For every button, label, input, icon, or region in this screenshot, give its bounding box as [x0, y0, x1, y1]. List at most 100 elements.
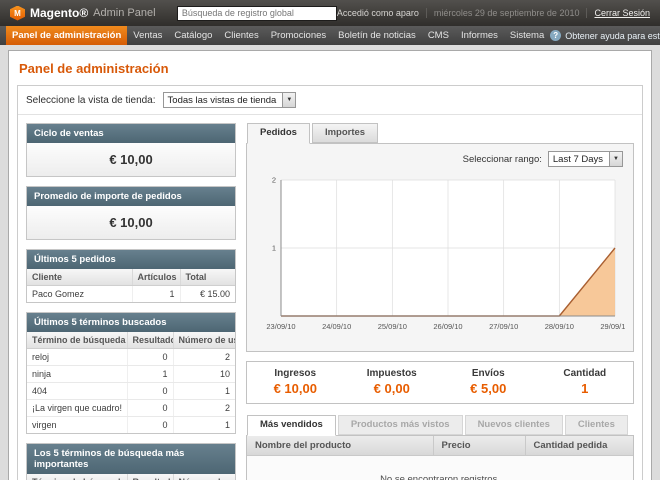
table-row[interactable]: Paco Gomez 1 € 15.00	[27, 286, 235, 303]
total-label: Cantidad	[537, 368, 634, 379]
global-search-input[interactable]	[177, 6, 337, 21]
dashboard-left-column: Ciclo de ventas € 10,00 Promedio de impo…	[26, 123, 236, 480]
header: M Magento® Admin Panel Accedió como apar…	[0, 0, 660, 26]
nav-item-clientes[interactable]: Clientes	[218, 26, 264, 45]
total-label: Envíos	[440, 368, 537, 379]
dashboard-box: Seleccione la vista de tienda: Todas las…	[17, 85, 643, 480]
results-cell: 0	[127, 417, 173, 434]
table-row[interactable]: ¡La virgen que cuadro! 0 2	[27, 400, 235, 417]
main-nav: Panel de administración Ventas Catálogo …	[0, 26, 660, 45]
tab-productos-mas-vistos: Productos más vistos	[338, 415, 463, 435]
logo: M Magento® Admin Panel	[10, 6, 177, 21]
svg-text:28/09/10: 28/09/10	[545, 322, 574, 331]
page-title: Panel de administración	[19, 61, 643, 76]
column-header: Nombre del producto	[247, 436, 433, 456]
uses-cell: 2	[173, 400, 235, 417]
column-header: Artículos	[132, 269, 180, 286]
column-header: Total	[180, 269, 235, 286]
total-value: € 10,00	[247, 381, 344, 396]
chart-tabs: Pedidos Importes	[247, 123, 634, 143]
tab-pedidos[interactable]: Pedidos	[247, 123, 310, 144]
tab-mas-vendidos[interactable]: Más vendidos	[247, 415, 336, 436]
chevron-down-icon: ▼	[609, 152, 622, 166]
table-row[interactable]: ninja 1 10	[27, 366, 235, 383]
column-header: Término de búsqueda	[27, 474, 127, 480]
uses-cell: 10	[173, 366, 235, 383]
table-row[interactable]: virgen 0 1	[27, 417, 235, 434]
column-header: Resultados	[127, 332, 173, 349]
table-header-row: Cliente Artículos Total	[27, 269, 235, 286]
total-envios: Envíos € 5,00	[440, 362, 537, 403]
dashboard-grid: Ciclo de ventas € 10,00 Promedio de impo…	[18, 115, 642, 480]
nav-item-catalogo[interactable]: Catálogo	[168, 26, 218, 45]
nav-item-informes[interactable]: Informes	[455, 26, 504, 45]
lifetime-sales-value: € 10,00	[27, 143, 235, 176]
range-label: Seleccionar rango:	[463, 154, 542, 165]
results-cell: 0	[127, 349, 173, 366]
current-date: miércoles 29 de septiembre de 2010	[434, 8, 580, 18]
total-label: Impuestos	[344, 368, 441, 379]
box-title: Promedio de importe de pedidos	[27, 187, 235, 206]
products-table: Nombre del producto Precio Cantidad pedi…	[247, 436, 633, 480]
logged-in-as: Accedió como aparo	[337, 8, 419, 18]
top-search-table: Término de búsqueda Resultados Número de…	[27, 474, 235, 480]
tab-importes[interactable]: Importes	[312, 123, 378, 143]
results-cell: 1	[127, 366, 173, 383]
uses-cell: 1	[173, 383, 235, 400]
nav-item-cms[interactable]: CMS	[422, 26, 455, 45]
tab-nuevos-clientes: Nuevos clientes	[465, 415, 563, 435]
empty-row: No se encontraron registros.	[247, 456, 633, 480]
uses-cell: 2	[173, 349, 235, 366]
tab-clientes: Clientes	[565, 415, 628, 435]
svg-text:26/09/10: 26/09/10	[433, 322, 462, 331]
page-content: Panel de administración Seleccione la vi…	[0, 45, 660, 480]
svg-text:23/09/10: 23/09/10	[266, 322, 295, 331]
svg-text:27/09/10: 27/09/10	[489, 322, 518, 331]
svg-text:29/09/10: 29/09/10	[600, 322, 625, 331]
top-search-terms-box: Los 5 términos de búsqueda más important…	[26, 443, 236, 480]
store-view-select[interactable]: Todas las vistas de tienda ▼	[163, 92, 297, 108]
column-header: Precio	[433, 436, 525, 456]
term-cell: 404	[27, 383, 127, 400]
last-search-table: Término de búsqueda Resultados Número de…	[27, 332, 235, 433]
header-account-area: Accedió como aparo miércoles 29 de septi…	[337, 8, 650, 18]
nav-item-boletin[interactable]: Boletín de noticias	[332, 26, 422, 45]
nav-item-ventas[interactable]: Ventas	[127, 26, 168, 45]
help-icon: ?	[550, 30, 561, 41]
last-orders-table: Cliente Artículos Total Paco Gomez 1	[27, 269, 235, 302]
total-value: 1	[537, 381, 634, 396]
nav-item-sistema[interactable]: Sistema	[504, 26, 550, 45]
range-bar: Seleccionar rango: Last 7 Days ▼	[247, 144, 633, 170]
column-header: Cliente	[27, 269, 132, 286]
nav-item-dashboard[interactable]: Panel de administración	[6, 26, 127, 45]
table-header-row: Término de búsqueda Resultados Número de…	[27, 332, 235, 349]
table-row[interactable]: 404 0 1	[27, 383, 235, 400]
term-cell: ninja	[27, 366, 127, 383]
help-label: Obtener ayuda para esta página	[565, 31, 660, 41]
magento-logo-icon: M	[10, 6, 25, 21]
total-impuestos: Impuestos € 0,00	[344, 362, 441, 403]
products-table-box: Nombre del producto Precio Cantidad pedi…	[246, 435, 634, 480]
box-title: Ciclo de ventas	[27, 124, 235, 143]
customer-cell: Paco Gomez	[27, 286, 132, 303]
box-title: Últimos 5 términos buscados	[27, 313, 235, 332]
svg-text:24/09/10: 24/09/10	[322, 322, 351, 331]
range-select[interactable]: Last 7 Days ▼	[548, 151, 623, 167]
total-value: € 5,00	[440, 381, 537, 396]
uses-cell: 1	[173, 417, 235, 434]
total-ingresos: Ingresos € 10,00	[247, 362, 344, 403]
brand-subtitle: Admin Panel	[93, 7, 155, 19]
divider	[426, 8, 427, 18]
orders-area-chart: 23/09/1024/09/1025/09/1026/09/1027/09/10…	[255, 172, 625, 342]
table-header-row: Nombre del producto Precio Cantidad pedi…	[247, 436, 633, 456]
page-help-link[interactable]: ? Obtener ayuda para esta página	[550, 26, 660, 45]
term-cell: virgen	[27, 417, 127, 434]
logout-link[interactable]: Cerrar Sesión	[594, 8, 650, 18]
svg-text:2: 2	[272, 176, 276, 185]
average-orders-box: Promedio de importe de pedidos € 10,00	[26, 186, 236, 240]
column-header: Cantidad pedida	[525, 436, 633, 456]
last-search-terms-box: Últimos 5 términos buscados Término de b…	[26, 312, 236, 434]
nav-item-promociones[interactable]: Promociones	[265, 26, 332, 45]
table-row[interactable]: reloj 0 2	[27, 349, 235, 366]
lifetime-sales-box: Ciclo de ventas € 10,00	[26, 123, 236, 177]
